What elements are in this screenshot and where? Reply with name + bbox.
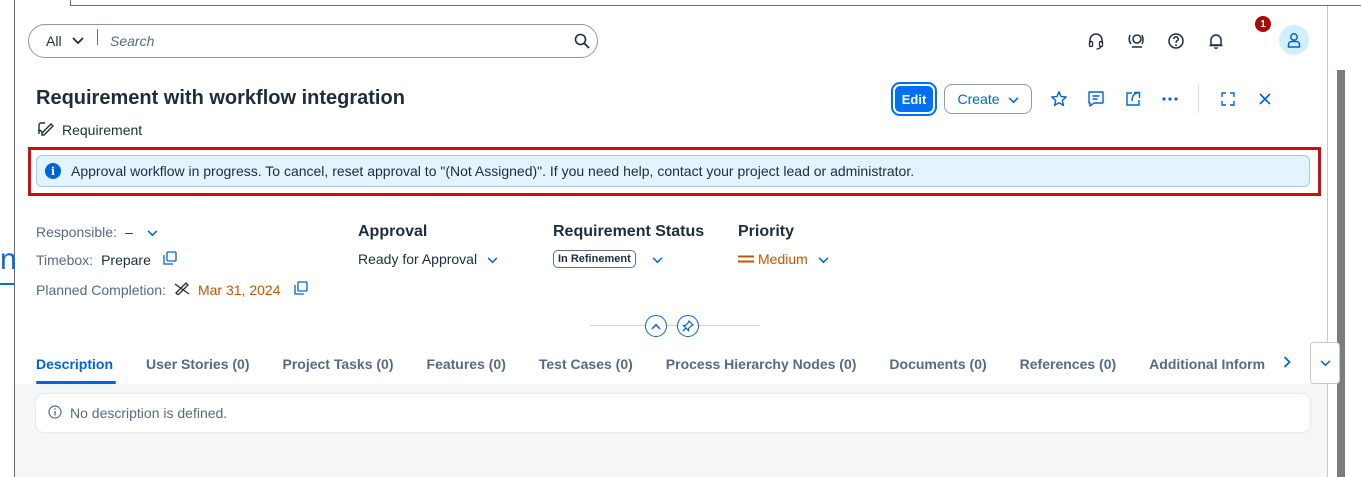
comment-icon[interactable] bbox=[1077, 84, 1114, 114]
section-tabs: Description User Stories (0) Project Tas… bbox=[36, 356, 1279, 372]
chevron-down-icon bbox=[652, 251, 663, 267]
description-panel: No description is defined. bbox=[36, 394, 1310, 432]
tab-process-hierarchy-nodes[interactable]: Process Hierarchy Nodes (0) bbox=[666, 356, 857, 372]
priority-medium-icon bbox=[738, 251, 754, 267]
headset-icon[interactable] bbox=[1076, 28, 1116, 54]
message-text: Approval workflow in progress. To cancel… bbox=[71, 163, 915, 179]
tab-user-stories[interactable]: User Stories (0) bbox=[146, 356, 249, 372]
share-icon[interactable] bbox=[1114, 84, 1151, 114]
tab-project-tasks[interactable]: Project Tasks (0) bbox=[283, 356, 394, 372]
copy-icon[interactable] bbox=[294, 281, 309, 298]
approval-value: Ready for Approval bbox=[358, 251, 478, 267]
collapse-header-button[interactable] bbox=[645, 315, 667, 337]
info-message-strip: i Approval workflow in progress. To canc… bbox=[36, 155, 1310, 187]
copy-icon[interactable] bbox=[163, 251, 177, 268]
joule-assistant-icon[interactable] bbox=[1116, 28, 1156, 54]
tab-description[interactable]: Description bbox=[36, 356, 113, 372]
window-frame-top bbox=[70, 0, 1361, 6]
priority-value-select[interactable]: Medium bbox=[738, 251, 829, 267]
status-label: Requirement Status bbox=[553, 223, 705, 240]
search-input[interactable]: Search bbox=[98, 33, 567, 49]
pin-icon bbox=[682, 320, 694, 332]
not-editable-icon bbox=[174, 281, 190, 298]
partial-link-underline bbox=[0, 283, 14, 285]
vertical-scrollbar[interactable] bbox=[1337, 70, 1345, 477]
more-icon[interactable] bbox=[1151, 84, 1188, 114]
chevron-up-icon bbox=[651, 323, 661, 330]
tab-additional-information[interactable]: Additional Inform bbox=[1149, 356, 1279, 372]
user-avatar[interactable] bbox=[1279, 25, 1309, 55]
tab-references[interactable]: References (0) bbox=[1020, 356, 1117, 372]
pin-header-button[interactable] bbox=[677, 315, 699, 337]
partial-link-glyph[interactable]: n bbox=[0, 245, 17, 275]
chevron-down-icon bbox=[818, 251, 829, 267]
search-scope-label: All bbox=[46, 33, 62, 49]
chevron-down-icon bbox=[1320, 359, 1330, 366]
approval-label: Approval bbox=[358, 223, 428, 240]
status-value-select[interactable]: In Refinement bbox=[553, 250, 663, 268]
chevron-right-icon[interactable] bbox=[1283, 355, 1291, 373]
priority-value: Medium bbox=[758, 251, 808, 267]
priority-label: Priority bbox=[738, 223, 795, 240]
object-subtitle: Requirement bbox=[36, 120, 142, 139]
responsible-value: – bbox=[124, 224, 133, 240]
actions-separator bbox=[1198, 85, 1199, 113]
status-badge: In Refinement bbox=[553, 250, 636, 268]
search-icon[interactable] bbox=[567, 33, 597, 49]
requirement-icon bbox=[36, 120, 54, 139]
tab-features[interactable]: Features (0) bbox=[427, 356, 506, 372]
info-outline-icon bbox=[48, 404, 62, 422]
object-title: Requirement with workflow integration bbox=[36, 87, 405, 109]
chevron-down-icon[interactable] bbox=[147, 224, 158, 240]
chevron-down-icon bbox=[1008, 91, 1019, 107]
responsible-label: Responsible: bbox=[36, 224, 117, 240]
planned-completion-field: Planned Completion: Mar 31, 2024 bbox=[36, 281, 309, 298]
header-actions: Edit Create bbox=[891, 82, 1283, 116]
star-icon[interactable] bbox=[1040, 84, 1077, 114]
timebox-value: Prepare bbox=[101, 251, 151, 268]
planned-value: Mar 31, 2024 bbox=[197, 281, 281, 298]
search-scope-select[interactable]: All bbox=[29, 33, 97, 49]
create-button-label: Create bbox=[957, 91, 1000, 107]
close-icon[interactable] bbox=[1246, 84, 1283, 114]
person-icon bbox=[1287, 33, 1301, 48]
object-type: Requirement bbox=[62, 121, 143, 138]
empty-description-text: No description is defined. bbox=[70, 405, 228, 421]
shell-actions bbox=[1076, 28, 1236, 54]
notification-badge: 1 bbox=[1255, 16, 1271, 32]
edit-button[interactable]: Edit bbox=[891, 82, 937, 116]
timebox-field: Timebox: Prepare bbox=[36, 251, 177, 268]
tab-test-cases[interactable]: Test Cases (0) bbox=[539, 356, 633, 372]
planned-label: Planned Completion: bbox=[36, 281, 166, 298]
timebox-label: Timebox: bbox=[36, 251, 94, 268]
tab-documents[interactable]: Documents (0) bbox=[889, 356, 986, 372]
tab-overflow-button[interactable] bbox=[1310, 342, 1340, 384]
help-icon[interactable] bbox=[1156, 28, 1196, 54]
header-divider bbox=[590, 325, 760, 326]
info-icon: i bbox=[45, 163, 61, 179]
chevron-down-icon bbox=[487, 251, 498, 267]
search-field[interactable]: All Search bbox=[28, 24, 598, 58]
create-button[interactable]: Create bbox=[944, 84, 1032, 114]
bell-icon[interactable] bbox=[1196, 28, 1236, 54]
chevron-down-icon bbox=[71, 34, 84, 48]
fullscreen-icon[interactable] bbox=[1209, 84, 1246, 114]
responsible-field: Responsible: – bbox=[36, 224, 158, 240]
approval-value-select[interactable]: Ready for Approval bbox=[358, 251, 498, 267]
